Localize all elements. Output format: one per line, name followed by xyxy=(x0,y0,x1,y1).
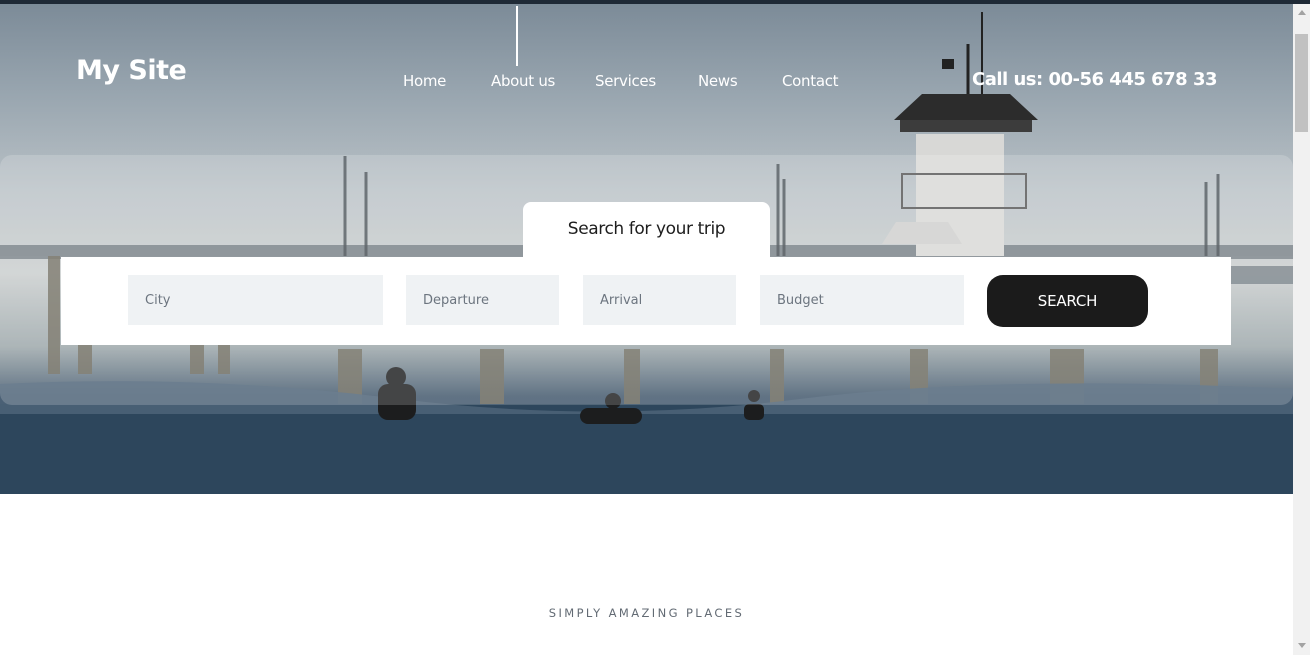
page-scrollbar[interactable] xyxy=(1293,4,1310,655)
call-us-text: Call us: 00-56 445 678 33 xyxy=(972,69,1218,90)
search-tab: Search for your trip xyxy=(523,202,770,262)
budget-input[interactable] xyxy=(760,275,964,325)
scroll-down-arrow-icon[interactable] xyxy=(1298,643,1306,648)
nav-home[interactable]: Home xyxy=(403,72,446,90)
active-nav-indicator xyxy=(516,6,518,66)
nav-contact[interactable]: Contact xyxy=(782,72,839,90)
search-button[interactable]: SEARCH xyxy=(987,275,1148,327)
search-tab-title: Search for your trip xyxy=(567,219,726,239)
search-form: SEARCH xyxy=(61,257,1231,345)
departure-input[interactable] xyxy=(406,275,559,325)
scroll-up-arrow-icon[interactable] xyxy=(1298,10,1306,15)
arrival-input[interactable] xyxy=(583,275,736,325)
nav-news[interactable]: News xyxy=(698,72,738,90)
section-eyebrow: SIMPLY AMAZING PLACES xyxy=(548,606,745,620)
scroll-thumb[interactable] xyxy=(1295,34,1308,132)
city-input[interactable] xyxy=(128,275,383,325)
nav-services[interactable]: Services xyxy=(595,72,656,90)
nav-about-us[interactable]: About us xyxy=(491,72,555,90)
